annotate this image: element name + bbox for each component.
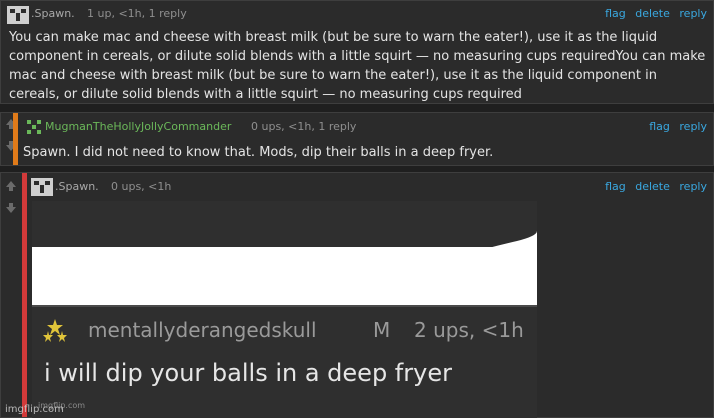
delete-link[interactable]: delete (635, 7, 670, 20)
reply-indent-bar (13, 113, 18, 165)
comment-meta: 0 ups, <1h, 1 reply (251, 120, 357, 133)
flag-link[interactable]: flag (649, 120, 670, 133)
comment-2: MugmanTheHollyJollyCommander 0 ups, <1h,… (0, 112, 714, 166)
downvote-button[interactable] (1, 135, 21, 157)
comment-actions: flag reply (643, 120, 707, 133)
comment-actions: flag delete reply (599, 7, 707, 20)
reply-link[interactable]: reply (679, 180, 707, 193)
reply-link[interactable]: reply (679, 120, 707, 133)
comment-meta: 0 ups, <1h (111, 180, 172, 193)
reply-indent-bar (22, 173, 27, 417)
embedded-text: i will dip your balls in a deep fryer (44, 359, 452, 387)
stars-icon (43, 319, 67, 342)
flag-link[interactable]: flag (605, 7, 626, 20)
vote-column (1, 113, 21, 157)
comment-username[interactable]: MugmanTheHollyJollyCommander (45, 120, 231, 133)
delete-link[interactable]: delete (635, 180, 670, 193)
up-arrow-icon (6, 181, 16, 191)
embedded-username: mentallyderangedskull (88, 318, 317, 342)
imgflip-watermark: imgflip.com (5, 404, 64, 415)
comment-image[interactable]: mentallyderangedskull M 2 ups, <1h i wil… (32, 201, 537, 418)
comment-username[interactable]: .Spawn. (31, 7, 75, 20)
embedded-meta: 2 ups, <1h (414, 318, 524, 342)
comment-meta: 1 up, <1h, 1 reply (87, 7, 187, 20)
downvote-button[interactable] (1, 197, 21, 219)
reply-link[interactable]: reply (679, 7, 707, 20)
comment-1: .Spawn. 1 up, <1h, 1 reply flag delete r… (0, 0, 714, 104)
comment-text: Spawn. I did not need to know that. Mods… (23, 145, 494, 160)
comment-username[interactable]: .Spawn. (55, 180, 99, 193)
down-arrow-icon (6, 203, 16, 213)
upvote-button[interactable] (1, 175, 21, 197)
speech-bubble-graphic (32, 201, 537, 311)
embedded-badge: M (373, 318, 391, 342)
flag-link[interactable]: flag (605, 180, 626, 193)
avatar-icon[interactable] (23, 118, 45, 136)
avatar-icon[interactable] (31, 178, 53, 196)
comment-actions: flag delete reply (599, 180, 707, 193)
avatar-icon[interactable] (7, 6, 29, 24)
upvote-button[interactable] (1, 113, 21, 135)
vote-column (1, 175, 21, 219)
embedded-header-divider (32, 305, 537, 307)
comment-text: You can make mac and cheese with breast … (9, 30, 706, 102)
comment-3: .Spawn. 0 ups, <1h flag delete reply men… (0, 172, 714, 418)
